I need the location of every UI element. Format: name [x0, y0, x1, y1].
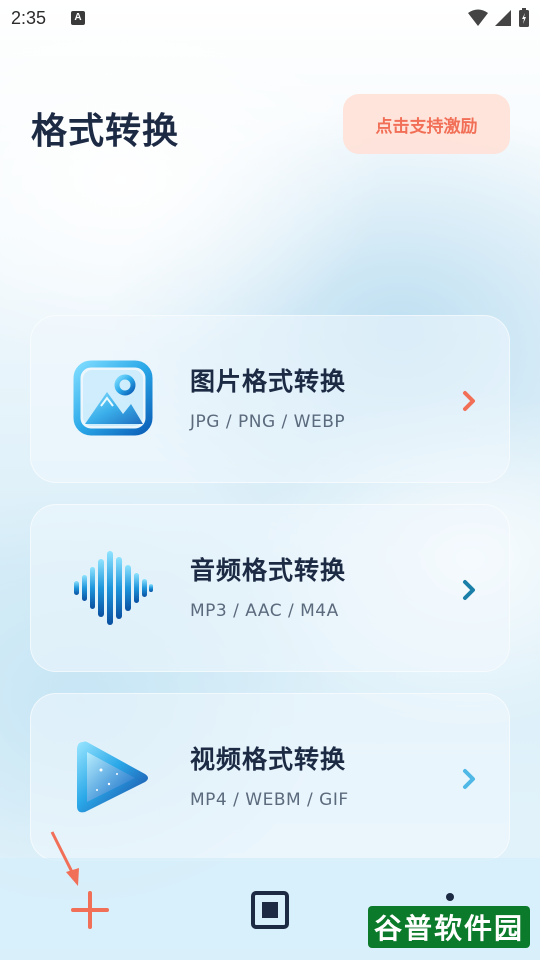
- card-title: 图片格式转换: [190, 367, 347, 396]
- card-subtitle: MP3 / AAC / M4A: [190, 601, 339, 621]
- image-convert-card[interactable]: 图片格式转换 JPG / PNG / WEBP: [30, 315, 510, 483]
- card-subtitle: MP4 / WEBM / GIF: [190, 790, 349, 810]
- more-dots-icon[interactable]: [444, 890, 456, 904]
- support-button[interactable]: 点击支持激励: [343, 94, 510, 154]
- chevron-right-icon: [463, 391, 475, 411]
- page-title: 格式转换: [31, 111, 180, 152]
- plus-icon[interactable]: [71, 891, 109, 929]
- chevron-right-icon: [463, 769, 475, 789]
- arrow-annotation-icon: [50, 831, 79, 886]
- card-title: 视频格式转换: [190, 745, 347, 774]
- chevron-right-icon: [463, 580, 475, 600]
- image-icon: [73, 360, 153, 436]
- status-time: 2:35: [11, 8, 47, 28]
- stop-square-icon[interactable]: [250, 890, 290, 930]
- watermark-text: 谷普软件园: [373, 912, 524, 945]
- notification-icon: A: [71, 11, 85, 25]
- audio-wave-icon: [74, 551, 153, 625]
- status-bar: 2:35 A: [0, 0, 540, 38]
- card-subtitle: JPG / PNG / WEBP: [190, 412, 346, 432]
- card-title: 音频格式转换: [190, 556, 347, 585]
- video-play-icon: [77, 741, 148, 813]
- status-icons: [468, 7, 530, 29]
- audio-convert-card[interactable]: 音频格式转换 MP3 / AAC / M4A: [30, 504, 510, 672]
- signal-icon: [495, 10, 511, 26]
- wifi-icon: [468, 9, 488, 26]
- watermark-logo: 谷普软件园: [368, 906, 530, 948]
- battery-icon: [519, 8, 529, 27]
- video-convert-card[interactable]: 视频格式转换 MP4 / WEBM / GIF: [30, 693, 510, 861]
